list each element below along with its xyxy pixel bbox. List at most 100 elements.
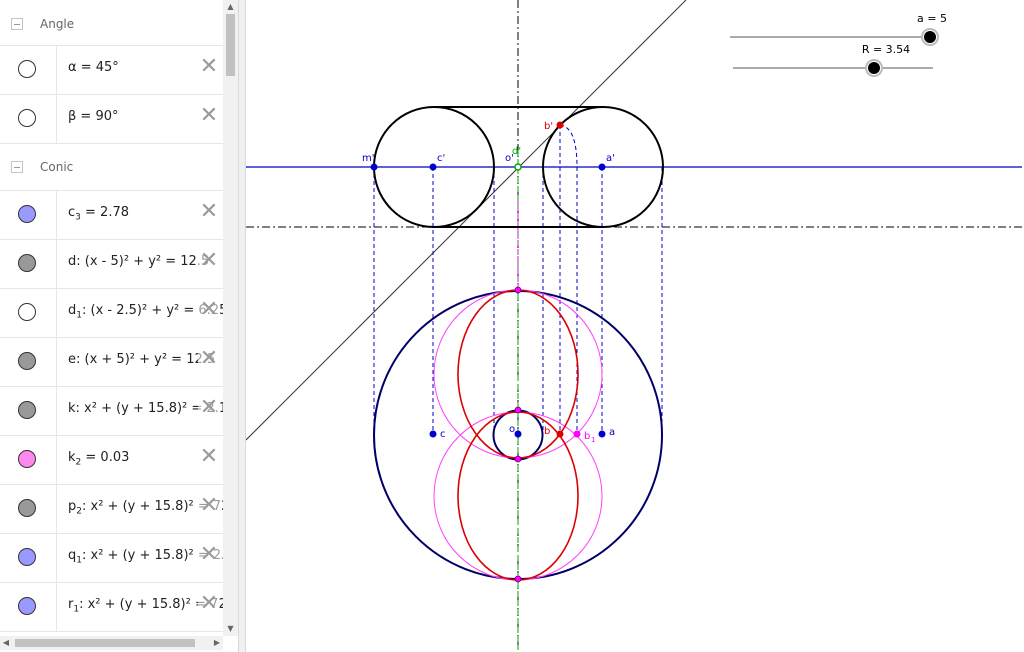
close-icon[interactable]: ✕: [198, 250, 220, 272]
algebra-item[interactable]: e: (x + 5)² + y² = 12.5 ✕: [0, 338, 223, 387]
scroll-left-arrow-icon[interactable]: ◀: [0, 636, 12, 650]
close-icon[interactable]: ✕: [198, 593, 220, 615]
intersection-point[interactable]: [514, 406, 522, 414]
point-a-prime[interactable]: [598, 163, 606, 171]
visibility-cell: [0, 95, 57, 143]
close-icon[interactable]: ✕: [198, 397, 220, 419]
item-expression-container[interactable]: β = 90°: [68, 109, 119, 124]
point-label-b: b: [544, 426, 550, 437]
slider-r-knob[interactable]: [868, 62, 880, 74]
scroll-up-arrow-icon[interactable]: ▲: [223, 0, 238, 14]
algebra-item[interactable]: r1: x² + (y + 15.8)² = 72. ✕: [0, 583, 231, 632]
item-definition: = 0.03: [81, 450, 130, 465]
item-definition: = 2.78: [80, 205, 129, 220]
algebra-item[interactable]: α = 45° ✕: [0, 46, 223, 95]
item-expression-container[interactable]: d: (x - 5)² + y² = 12.5: [68, 254, 209, 269]
scroll-down-arrow-icon[interactable]: ▼: [223, 622, 238, 636]
item-expression: e: (x + 5)² + y² = 12.5: [68, 352, 216, 367]
view-divider[interactable]: [238, 0, 246, 652]
slider-a-label: a = 5: [917, 12, 947, 25]
visibility-cell: [0, 191, 57, 239]
slider-r[interactable]: R = 3.54: [733, 43, 933, 77]
visibility-toggle[interactable]: [18, 597, 36, 615]
algebra-item[interactable]: d1: (x - 2.5)² + y² = 6.25 ✕: [0, 289, 227, 338]
visibility-toggle[interactable]: [18, 60, 36, 78]
point-o-prime[interactable]: [514, 163, 522, 171]
group-header-conic[interactable]: Conic: [0, 144, 223, 191]
item-expression-container[interactable]: e: (x + 5)² + y² = 12.5: [68, 352, 215, 367]
visibility-cell: [0, 289, 57, 337]
item-expression-container[interactable]: c3 = 2.78: [68, 205, 129, 223]
diagonal-line: [246, 0, 687, 441]
item-expression: β = 90°: [68, 109, 119, 124]
visibility-toggle[interactable]: [18, 352, 36, 370]
close-icon[interactable]: ✕: [198, 56, 220, 78]
visibility-cell: [0, 485, 57, 533]
item-expression: α = 45°: [68, 60, 119, 75]
algebra-item[interactable]: β = 90° ✕: [0, 95, 223, 144]
visibility-cell: [0, 436, 57, 484]
visibility-cell: [0, 46, 57, 94]
intersection-point[interactable]: [514, 286, 522, 294]
intersection-point[interactable]: [514, 455, 522, 463]
algebra-item[interactable]: p2: x² + (y + 15.8)² = 72. ✕: [0, 485, 234, 534]
point-label-b1: b: [584, 431, 590, 442]
point-b1[interactable]: [573, 430, 581, 438]
close-icon[interactable]: ✕: [198, 348, 220, 370]
slider-a[interactable]: a = 5: [730, 12, 947, 46]
close-icon[interactable]: ✕: [198, 299, 220, 321]
point-m-prime[interactable]: [370, 163, 378, 171]
vertical-scroll-thumb[interactable]: [226, 14, 235, 76]
item-name: k: [68, 450, 76, 465]
close-icon[interactable]: ✕: [198, 544, 220, 566]
point-c-prime[interactable]: [429, 163, 437, 171]
visibility-cell: [0, 534, 57, 582]
point-label-subscript: 1: [591, 436, 595, 444]
graphics-view[interactable]: m' c' o'd'a'b'c o b b 1a a = 5 R = 3.54: [246, 0, 1024, 652]
visibility-toggle[interactable]: [18, 254, 36, 272]
intersection-point[interactable]: [514, 575, 522, 583]
algebra-item[interactable]: c3 = 2.78 ✕: [0, 191, 223, 240]
point-label-a-prime: a': [606, 153, 615, 164]
visibility-toggle[interactable]: [18, 109, 36, 127]
algebra-view: Angle α = 45° ✕ β = 90° ✕ Conic c3 = 2.78 ✕ d: (…: [0, 0, 238, 652]
group-header-angle[interactable]: Angle: [0, 0, 223, 46]
horizontal-scrollbar[interactable]: ◀ ▶: [0, 636, 223, 650]
algebra-item[interactable]: k: x² + (y + 15.8)² = 2.14 ✕: [0, 387, 235, 436]
scroll-right-arrow-icon[interactable]: ▶: [211, 636, 223, 650]
horizontal-scroll-thumb[interactable]: [15, 639, 195, 647]
visibility-toggle[interactable]: [18, 205, 36, 223]
point-label-b-prime: b': [544, 121, 553, 132]
visibility-toggle[interactable]: [18, 303, 36, 321]
visibility-toggle[interactable]: [18, 499, 36, 517]
close-icon[interactable]: ✕: [198, 446, 220, 468]
item-expression: d: (x - 5)² + y² = 12.5: [68, 254, 210, 269]
item-expression-container[interactable]: α = 45°: [68, 60, 119, 75]
point-b[interactable]: [556, 430, 564, 438]
algebra-item[interactable]: d: (x - 5)² + y² = 12.5 ✕: [0, 240, 223, 289]
point-label-d-prime: d': [512, 146, 521, 157]
point-o[interactable]: [514, 430, 522, 438]
close-icon[interactable]: ✕: [198, 495, 220, 517]
item-expression-container[interactable]: k2 = 0.03: [68, 450, 129, 468]
slider-a-knob[interactable]: [924, 31, 936, 43]
visibility-cell: [0, 583, 57, 631]
visibility-toggle[interactable]: [18, 450, 36, 468]
point-c[interactable]: [429, 430, 437, 438]
point-a[interactable]: [598, 430, 606, 438]
point-label-c-prime: c': [437, 153, 445, 164]
close-icon[interactable]: ✕: [198, 201, 220, 223]
collapse-toggle-icon[interactable]: [11, 18, 23, 30]
group-label: Conic: [40, 160, 74, 174]
close-icon[interactable]: ✕: [198, 105, 220, 127]
point-b-prime[interactable]: [556, 121, 564, 129]
collapse-toggle-icon[interactable]: [11, 161, 23, 173]
algebra-item[interactable]: k2 = 0.03 ✕: [0, 436, 223, 485]
visibility-toggle[interactable]: [18, 401, 36, 419]
vertical-scrollbar[interactable]: ▲ ▼: [223, 0, 238, 636]
point-label-a: a: [609, 427, 615, 438]
visibility-toggle[interactable]: [18, 548, 36, 566]
visibility-cell: [0, 240, 57, 288]
algebra-item[interactable]: q1: x² + (y + 15.8)² = 2.1 ✕: [0, 534, 234, 583]
visibility-cell: [0, 387, 57, 435]
